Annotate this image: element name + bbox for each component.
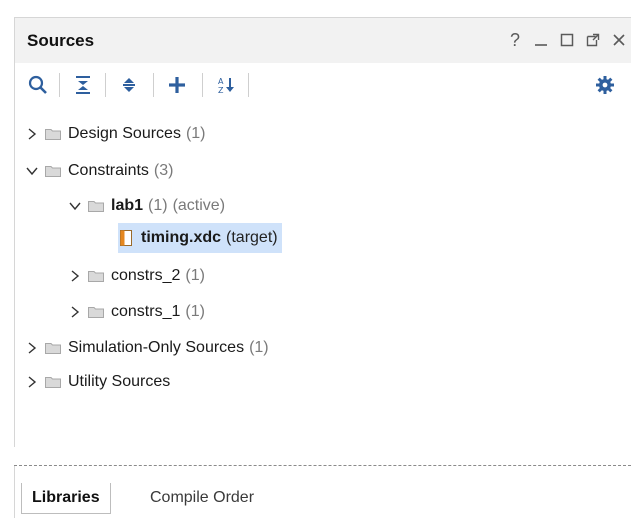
chevron-right-icon[interactable] [25, 341, 39, 355]
add-icon [169, 77, 185, 93]
minimize-button[interactable] [528, 28, 554, 52]
tree-item-constrs-2[interactable]: constrs_2 (1) [68, 263, 205, 289]
tree-item-utility-sources[interactable]: Utility Sources [25, 369, 170, 395]
toolbar-separator [248, 73, 249, 97]
maximize-button[interactable] [554, 28, 580, 52]
maximize-icon [560, 33, 574, 47]
panel-title: Sources [27, 31, 95, 50]
tree-item-label: timing.xdc [141, 229, 222, 246]
search-icon [28, 75, 47, 94]
tree-item-label: Simulation-Only Sources [68, 339, 245, 356]
help-icon: ? [509, 29, 520, 50]
window-controls: ? [502, 28, 631, 52]
tree-item-count: (1) [148, 197, 168, 214]
chevron-right-icon[interactable] [68, 269, 82, 283]
search-button[interactable] [23, 70, 53, 100]
folder-icon [88, 270, 104, 282]
active-status: (active) [172, 197, 226, 214]
toolbar-separator [153, 73, 154, 97]
sources-toolbar: AZ [14, 63, 631, 107]
help-button[interactable]: ? [502, 28, 528, 52]
sort-az-icon: AZ [218, 77, 234, 95]
svg-text:Z: Z [218, 86, 224, 95]
tree-item-design-sources[interactable]: Design Sources (1) [25, 121, 206, 147]
tree-item-lab1[interactable]: lab1 (1) (active) [68, 193, 225, 219]
chevron-right-icon[interactable] [68, 305, 82, 319]
add-sources-button[interactable] [162, 70, 192, 100]
target-tag: (target) [226, 229, 278, 246]
folder-icon [45, 165, 61, 177]
gear-icon [596, 76, 614, 94]
chevron-right-icon[interactable] [25, 375, 39, 389]
float-icon [586, 33, 600, 47]
minimize-icon [535, 44, 547, 46]
tree-item-count: (1) [249, 339, 269, 356]
close-button[interactable] [606, 28, 631, 52]
tree-item-constrs-1[interactable]: constrs_1 (1) [68, 299, 205, 325]
sources-tree: Design Sources (1) Constraints (3) lab1 … [14, 107, 631, 447]
tree-item-count: (3) [153, 162, 174, 179]
tab-compile-order[interactable]: Compile Order [140, 483, 264, 513]
tab-libraries[interactable]: Libraries [21, 483, 111, 514]
chevron-down-icon[interactable] [25, 164, 39, 178]
float-button[interactable] [580, 28, 606, 52]
tree-item-count: (1) [185, 303, 205, 320]
close-icon [613, 34, 625, 46]
toolbar-separator [202, 73, 203, 97]
tree-item-label: Design Sources [68, 125, 181, 142]
settings-button[interactable] [590, 70, 620, 100]
collapse-all-button[interactable] [68, 70, 98, 100]
collapse-all-icon [76, 76, 90, 94]
folder-icon [45, 376, 61, 388]
tree-item-simulation-only-sources[interactable]: Simulation-Only Sources (1) [25, 335, 269, 361]
sources-panel: Sources ? A Z Design Sources (1) Constra… [0, 0, 631, 518]
chevron-right-icon[interactable] [25, 127, 39, 141]
chevron-down-icon[interactable] [68, 199, 82, 213]
folder-icon [45, 342, 61, 354]
toolbar-separator [59, 73, 60, 97]
expand-all-button[interactable] [114, 70, 144, 100]
folder-icon [88, 306, 104, 318]
expand-all-icon [123, 78, 135, 92]
selection-highlight: timing.xdc (target) [118, 223, 282, 253]
svg-text:A: A [218, 77, 224, 86]
xdc-file-icon [120, 230, 132, 246]
tree-item-count: (1) [185, 125, 206, 142]
toolbar-separator [105, 73, 106, 97]
tree-item-label: Constraints [68, 162, 149, 179]
panel-header: Sources ? [14, 17, 631, 64]
tree-item-count: (1) [185, 267, 205, 284]
tree-item-timing-xdc[interactable]: timing.xdc (target) [118, 223, 282, 253]
tree-item-label: constrs_1 [111, 303, 181, 320]
tree-item-label: constrs_2 [111, 267, 181, 284]
tree-item-constraints[interactable]: Constraints (3) [25, 158, 173, 184]
folder-icon [45, 128, 61, 140]
tree-item-label: lab1 [111, 197, 144, 214]
bottom-tabs: Libraries Compile Order [14, 466, 631, 518]
tree-item-label: Utility Sources [68, 373, 171, 390]
sort-button[interactable]: AZ [211, 70, 241, 100]
folder-icon [88, 200, 104, 212]
